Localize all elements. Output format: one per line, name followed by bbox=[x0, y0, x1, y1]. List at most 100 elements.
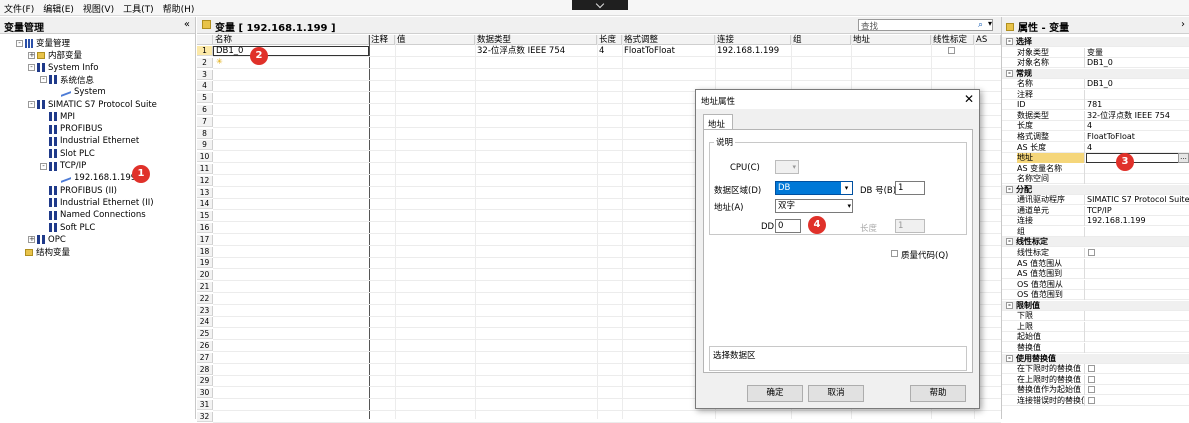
property-row[interactable]: 线性标定 bbox=[1002, 248, 1189, 258]
row-number[interactable]: 29 bbox=[197, 376, 213, 387]
close-icon[interactable]: ✕ bbox=[962, 93, 976, 107]
property-category[interactable]: - 选择 bbox=[1002, 37, 1189, 47]
column-header[interactable]: 线性标定 bbox=[931, 35, 974, 45]
column-header[interactable]: 组 bbox=[791, 35, 851, 45]
tree-node[interactable]: - 系统信息 bbox=[40, 74, 94, 86]
row-number[interactable]: 16 bbox=[197, 223, 213, 233]
row-number[interactable]: 6 bbox=[197, 105, 213, 115]
row-number[interactable]: 17 bbox=[197, 234, 213, 245]
property-category[interactable]: - 使用替换值 bbox=[1002, 353, 1189, 364]
collapse-icon[interactable]: - bbox=[1006, 301, 1013, 309]
property-checkbox[interactable] bbox=[1088, 396, 1095, 404]
linear-scaling-checkbox[interactable] bbox=[948, 47, 955, 54]
collapse-icon[interactable]: « bbox=[184, 19, 190, 30]
row-number[interactable]: 8 bbox=[197, 128, 213, 139]
row-number[interactable]: 9 bbox=[197, 140, 213, 151]
menu-file[interactable]: 文件(F) bbox=[0, 0, 39, 15]
menu-view[interactable]: 视图(V) bbox=[79, 0, 119, 15]
row-number[interactable]: 10 bbox=[197, 152, 213, 163]
property-row[interactable]: 长度 4 bbox=[1002, 121, 1189, 132]
search-dropdown-icon[interactable]: ▾ bbox=[988, 19, 992, 28]
property-value[interactable]: 781 bbox=[1086, 100, 1189, 110]
table-cell-length[interactable]: 4 bbox=[597, 46, 622, 56]
collapse-icon[interactable]: - bbox=[28, 101, 35, 108]
tree-node[interactable]: 192.168.1.199 bbox=[52, 172, 136, 184]
quality-code-checkbox[interactable] bbox=[891, 250, 898, 257]
property-value[interactable]: 变量 bbox=[1086, 48, 1189, 58]
row-number[interactable]: 21 bbox=[197, 282, 213, 292]
column-header[interactable]: AS bbox=[974, 35, 1001, 45]
expand-icon[interactable]: + bbox=[28, 51, 35, 59]
row-number[interactable]: 25 bbox=[197, 329, 213, 340]
property-row[interactable]: 名称空间 bbox=[1002, 174, 1189, 185]
tree-node[interactable]: - SIMATIC S7 Protocol Suite bbox=[28, 99, 157, 111]
property-value[interactable]: 32-位浮点数 IEEE 754 bbox=[1086, 111, 1189, 121]
row-number[interactable]: 14 bbox=[197, 199, 213, 210]
tree-node[interactable]: + OPC bbox=[28, 234, 66, 246]
property-row[interactable]: 下限 bbox=[1002, 311, 1189, 322]
menu-edit[interactable]: 编辑(E) bbox=[39, 0, 79, 15]
table-cell-name[interactable]: DB1_0 bbox=[213, 46, 369, 56]
property-value[interactable]: DB1_0 bbox=[1086, 79, 1189, 89]
collapse-icon[interactable]: - bbox=[1006, 238, 1013, 246]
tree-node[interactable]: 结构变量 bbox=[16, 246, 70, 258]
row-number[interactable]: 11 bbox=[197, 164, 213, 174]
length-input[interactable]: 1 bbox=[895, 219, 925, 233]
search-input[interactable]: 查找 bbox=[858, 19, 993, 32]
property-value[interactable]: TCP/IP bbox=[1086, 206, 1189, 216]
property-checkbox[interactable] bbox=[1088, 386, 1095, 394]
property-value[interactable]: 4 bbox=[1086, 121, 1189, 131]
tree-node[interactable]: - 变量管理 bbox=[16, 37, 70, 49]
property-row[interactable]: 注释 bbox=[1002, 89, 1189, 100]
column-header[interactable]: 值 bbox=[395, 35, 475, 45]
row-number[interactable]: 13 bbox=[197, 187, 213, 198]
property-row[interactable]: AS 值范围到 bbox=[1002, 269, 1189, 280]
column-header[interactable]: 数据类型 bbox=[475, 35, 597, 45]
property-row[interactable]: AS 值范围从 bbox=[1002, 258, 1189, 269]
cancel-button[interactable]: 取消 bbox=[808, 385, 864, 402]
property-row[interactable]: 通道单元 TCP/IP bbox=[1002, 205, 1189, 216]
cpu-select[interactable]: ▾ bbox=[775, 160, 799, 174]
tab-address[interactable]: 地址 bbox=[703, 114, 733, 130]
property-row[interactable]: 在下限时的替换值 bbox=[1002, 364, 1189, 375]
row-number[interactable]: 22 bbox=[197, 293, 213, 304]
property-row[interactable]: OS 值范围到 bbox=[1002, 290, 1189, 301]
property-value[interactable] bbox=[1086, 153, 1189, 164]
column-header[interactable]: 格式调整 bbox=[622, 35, 715, 45]
column-header[interactable]: 长度 bbox=[597, 35, 622, 45]
collapse-icon[interactable]: - bbox=[1006, 185, 1013, 193]
row-number[interactable]: 23 bbox=[197, 305, 213, 316]
row-number[interactable]: 24 bbox=[197, 317, 213, 328]
property-value[interactable]: 192.168.1.199 bbox=[1086, 216, 1189, 226]
collapse-icon[interactable]: - bbox=[16, 39, 23, 47]
property-row[interactable]: 对象类型 变量 bbox=[1002, 47, 1189, 58]
property-row[interactable]: 通讯驱动程序 SIMATIC S7 Protocol Suite bbox=[1002, 195, 1189, 206]
property-row[interactable]: 数据类型 32-位浮点数 IEEE 754 bbox=[1002, 110, 1189, 121]
property-value[interactable]: SIMATIC S7 Protocol Suite bbox=[1086, 195, 1189, 205]
property-row[interactable]: 地址... bbox=[1002, 153, 1189, 164]
column-header[interactable]: 地址 bbox=[851, 35, 931, 45]
help-button[interactable]: 帮助 bbox=[910, 385, 966, 402]
property-row[interactable]: 在上限时的替换值 bbox=[1002, 374, 1189, 385]
row-number[interactable]: 2 bbox=[197, 57, 213, 68]
property-row[interactable]: 名称 DB1_0 bbox=[1002, 79, 1189, 90]
row-number[interactable]: 20 bbox=[197, 270, 213, 281]
row-number[interactable]: 7 bbox=[197, 116, 213, 127]
search-icon[interactable]: ⌕ bbox=[978, 20, 983, 30]
menu-tools[interactable]: 工具(T) bbox=[119, 0, 159, 15]
row-number[interactable]: 4 bbox=[197, 81, 213, 92]
row-number[interactable]: 32 bbox=[197, 411, 213, 422]
ellipsis-button[interactable]: ... bbox=[1178, 153, 1189, 164]
row-number[interactable]: 30 bbox=[197, 388, 213, 399]
table-cell-format[interactable]: FloatToFloat bbox=[622, 46, 715, 56]
property-checkbox[interactable] bbox=[1088, 375, 1095, 383]
property-value[interactable]: FloatToFloat bbox=[1086, 132, 1189, 142]
property-row[interactable]: 连接错误时的替换值 bbox=[1002, 395, 1189, 406]
tree-node[interactable]: Named Connections bbox=[40, 209, 146, 221]
row-number[interactable]: 12 bbox=[197, 175, 213, 186]
property-row[interactable]: 组 bbox=[1002, 226, 1189, 237]
property-row[interactable]: 连接 192.168.1.199 bbox=[1002, 216, 1189, 227]
tree-node[interactable]: Industrial Ethernet bbox=[40, 135, 139, 147]
property-category[interactable]: - 分配 bbox=[1002, 184, 1189, 195]
property-row[interactable]: 格式调整 FloatToFloat bbox=[1002, 131, 1189, 142]
